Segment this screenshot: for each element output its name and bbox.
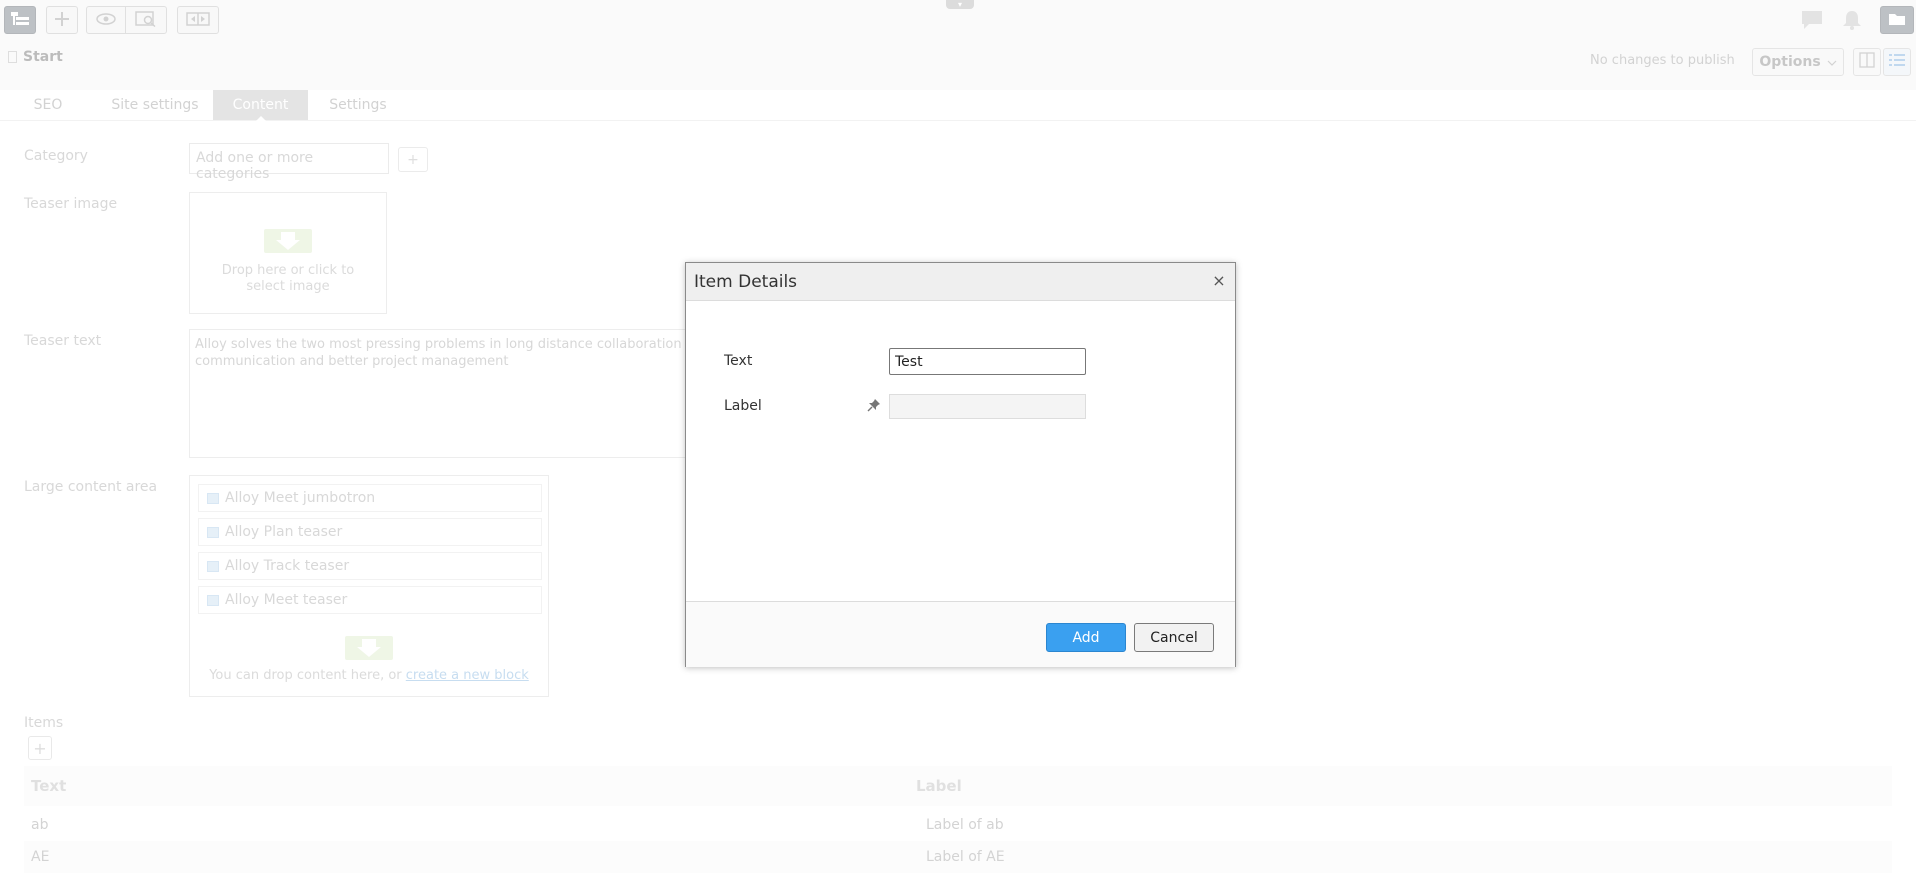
item-details-dialog: Item Details × Text Label Add Cancel [685, 262, 1236, 667]
dialog-title: Item Details [694, 272, 798, 292]
dialog-footer: Add Cancel [686, 601, 1235, 667]
close-icon[interactable]: × [1209, 271, 1229, 291]
text-field[interactable] [889, 348, 1086, 375]
add-button[interactable]: Add [1046, 623, 1126, 652]
label-field-label: Label [724, 398, 762, 414]
dialog-header: Item Details × [686, 263, 1235, 301]
text-field-label: Text [724, 353, 753, 369]
pin-icon[interactable] [866, 398, 882, 414]
cancel-button[interactable]: Cancel [1134, 623, 1214, 652]
label-field[interactable] [889, 394, 1086, 419]
